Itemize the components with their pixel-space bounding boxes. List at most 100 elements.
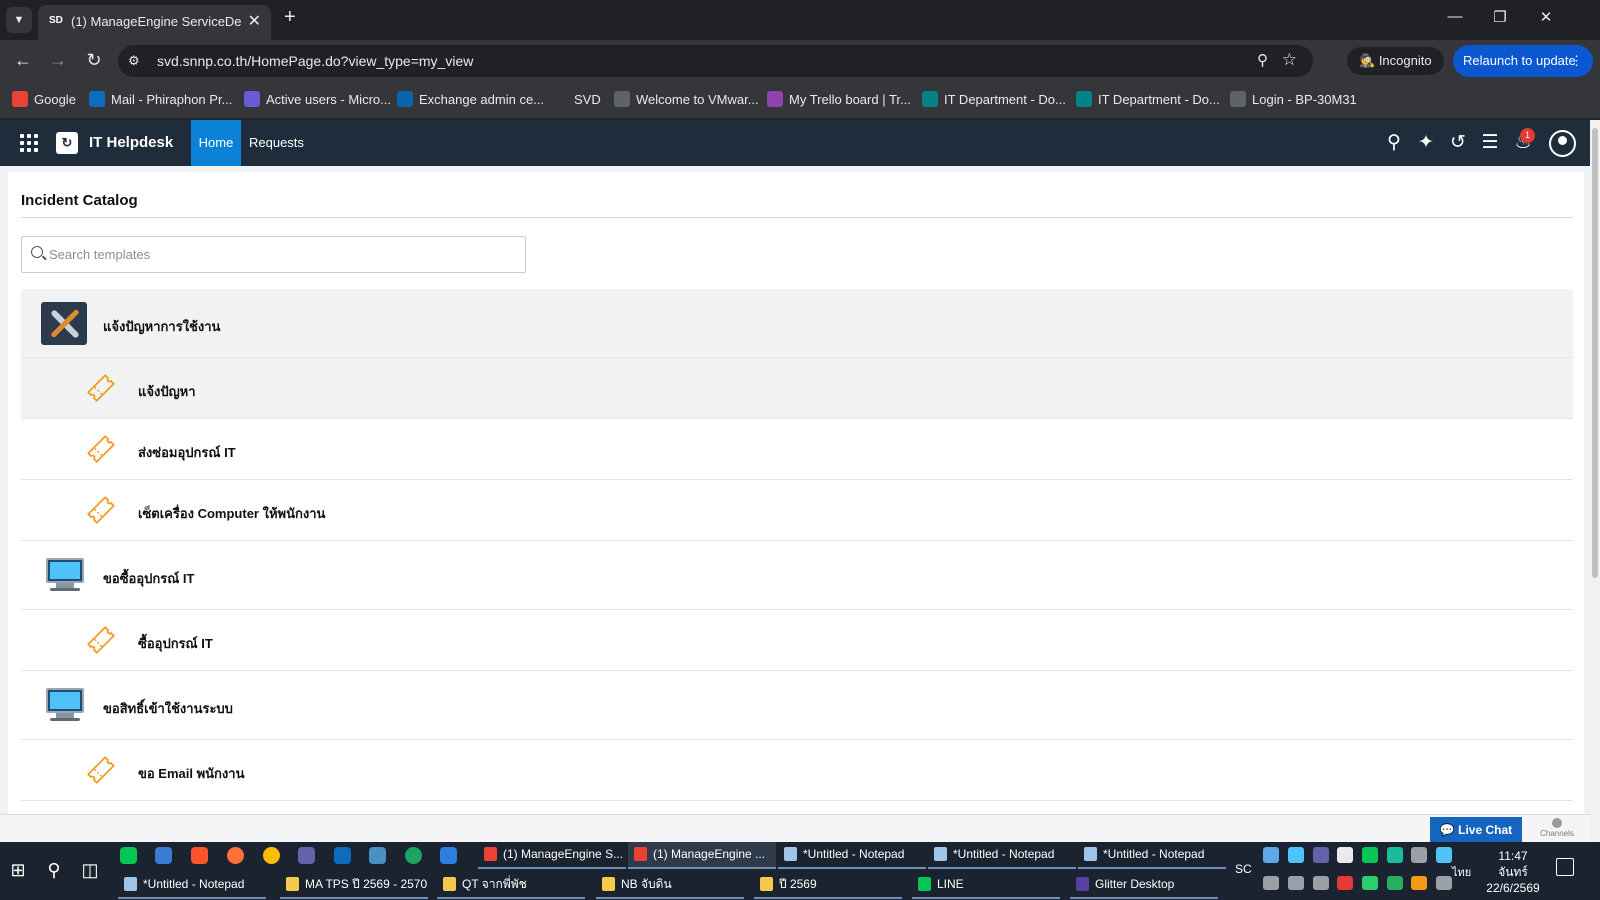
taskbar-window-button[interactable]: Glitter Desktop [1070, 872, 1218, 899]
window-close-icon[interactable]: ✕ [1531, 8, 1561, 26]
taskbar-search-icon[interactable]: ⚲ [42, 860, 66, 881]
calendar-icon[interactable] [155, 847, 172, 864]
kebab-menu-icon[interactable]: ⋮ [1570, 45, 1583, 77]
address-bar[interactable]: ⚙ svd.snnp.co.th/HomePage.do?view_type=m… [118, 45, 1313, 77]
relaunch-to-update-button[interactable]: Relaunch to update ⋮ [1453, 45, 1593, 77]
bookmark-item[interactable]: Exchange admin ce... [397, 91, 544, 107]
catalog-template-row[interactable]: ซื้ออุปกรณ์ IT [21, 610, 1573, 671]
catalog-template-row[interactable]: แจ้งปัญหา [21, 358, 1573, 419]
catalog-template-row[interactable]: เซ็ตเครื่อง Computer ให้พนักงาน [21, 480, 1573, 541]
history-icon[interactable]: ↺ [1446, 131, 1470, 154]
forward-arrow-icon[interactable]: → [47, 50, 69, 71]
tab-search-chevron-icon[interactable]: ▼ [6, 7, 32, 33]
taskbar-window-button[interactable]: *Untitled - Notepad [118, 872, 266, 899]
app-title[interactable]: IT Helpdesk [89, 134, 173, 151]
bookmark-item[interactable]: Active users - Micro... [244, 91, 391, 107]
taskbar-window-button[interactable]: *Untitled - Notepad [1078, 842, 1226, 869]
zoom-magnifier-icon[interactable]: ⚲ [1257, 51, 1268, 69]
search-icon[interactable]: ⚲ [1382, 131, 1406, 154]
windows-copy-icon[interactable] [1436, 876, 1452, 890]
reload-icon[interactable]: ↻ [83, 50, 105, 71]
sparkle-icon[interactable]: ✦ [1414, 131, 1438, 154]
printer-icon[interactable] [1411, 847, 1427, 863]
language-indicator[interactable]: ไทย [1452, 863, 1471, 881]
taskbar-window-button[interactable]: ปี 2569 [754, 872, 902, 899]
teams-icon[interactable] [298, 847, 315, 864]
tab-home[interactable]: Home [191, 120, 241, 166]
taskbar-window-button[interactable]: MA TPS ปี 2569 - 2570 [280, 872, 428, 899]
bookmark-item[interactable]: IT Department - Do... [1076, 91, 1220, 107]
tasks-icon[interactable]: ☰ [1478, 131, 1502, 154]
volume-icon[interactable] [1313, 876, 1329, 890]
new-tab-plus-icon[interactable]: + [284, 6, 296, 29]
page-scrollbar[interactable] [1590, 120, 1600, 842]
live-chat-button[interactable]: 💬 Live Chat [1430, 817, 1522, 843]
bookmark-item[interactable]: My Trello board | Tr... [767, 91, 911, 107]
taskbar-window-button[interactable]: NB จับดิน [596, 872, 744, 899]
task-view-icon[interactable]: ◫ [78, 860, 102, 881]
outlook-icon[interactable] [334, 847, 351, 864]
network-icon[interactable] [1263, 876, 1279, 890]
chat-tray-icon[interactable] [1436, 847, 1452, 863]
notification-center-icon[interactable] [1556, 858, 1574, 876]
taskbar-window-button[interactable]: QT จากพี่พัช [437, 872, 585, 899]
incognito-indicator[interactable]: 🕵 Incognito [1347, 47, 1444, 75]
scrollbar-thumb[interactable] [1592, 128, 1598, 578]
network-app-icon[interactable] [1263, 847, 1279, 863]
check-shield-icon[interactable] [1362, 876, 1378, 890]
catalog-category-row[interactable]: ขอซื้ออุปกรณ์ IT [21, 541, 1573, 610]
taskbar-window-button[interactable]: LINE [912, 872, 1060, 899]
template-search-input[interactable] [49, 238, 519, 271]
edge-icon[interactable] [405, 847, 422, 864]
browser-tab-active[interactable]: SD (1) ManageEngine ServiceDesk ✕ [38, 5, 271, 40]
taskbar-window-button[interactable]: (1) ManageEngine S... [478, 842, 626, 869]
window-minimize-icon[interactable]: — [1440, 8, 1470, 25]
sync-check-icon[interactable] [1387, 847, 1403, 863]
window-restore-icon[interactable]: ❐ [1485, 8, 1515, 26]
outlook-icon [89, 91, 105, 107]
taskbar-window-button[interactable]: (1) ManageEngine ... [628, 842, 776, 869]
onedrive-icon[interactable] [1288, 847, 1304, 863]
ticket-icon [87, 374, 115, 402]
teams-tray-icon[interactable] [1313, 847, 1329, 863]
windows-start-icon[interactable]: ⊞ [6, 860, 30, 881]
security-shield-icon[interactable] [1337, 847, 1353, 863]
app-switcher-grid-icon[interactable] [20, 134, 38, 152]
template-search-box[interactable] [21, 236, 526, 273]
anydesk-icon[interactable] [1337, 876, 1353, 890]
mail-app-icon[interactable] [440, 847, 457, 864]
chrome-icon[interactable] [263, 847, 280, 864]
catalog-template-row[interactable]: ส่งซ่อมอุปกรณ์ IT [21, 419, 1573, 480]
back-arrow-icon[interactable]: ← [12, 50, 34, 71]
monitor-icon [46, 558, 84, 592]
catalog-template-row[interactable]: ขอ Email พนักงาน [21, 740, 1573, 801]
line-tray-icon[interactable] [1362, 847, 1378, 863]
url-text[interactable]: svd.snnp.co.th/HomePage.do?view_type=my_… [157, 53, 473, 69]
search-tool-icon[interactable] [1411, 876, 1427, 890]
battery-icon[interactable] [1288, 876, 1304, 890]
bookmark-item[interactable]: Mail - Phiraphon Pr... [89, 91, 232, 107]
bookmark-item[interactable]: Google [12, 91, 76, 107]
taskbar-window-button[interactable]: *Untitled - Notepad [778, 842, 926, 869]
catalog-template-row-partial[interactable] [21, 801, 1573, 814]
bookmark-item[interactable]: IT Department - Do... [922, 91, 1066, 107]
site-info-icon[interactable]: ⚙ [128, 53, 140, 69]
bookmark-item[interactable]: SVD [552, 91, 601, 107]
bookmark-star-icon[interactable]: ☆ [1282, 50, 1297, 70]
tab-close-icon[interactable]: ✕ [248, 11, 261, 31]
tab-requests[interactable]: Requests [249, 135, 304, 150]
bookmark-item[interactable]: Welcome to VMwar... [614, 91, 759, 107]
channels-button[interactable]: Channels [1532, 818, 1582, 838]
user-avatar-icon[interactable] [1549, 130, 1576, 157]
sc-indicator[interactable]: SC [1235, 862, 1252, 876]
backup-icon[interactable] [1387, 876, 1403, 890]
brave-icon[interactable] [191, 847, 208, 864]
firefox-icon[interactable] [227, 847, 244, 864]
line-icon[interactable] [120, 847, 137, 864]
catalog-category-row[interactable]: แจ้งปัญหาการใช้งาน [21, 289, 1573, 358]
bookmark-item[interactable]: Login - BP-30M31 [1230, 91, 1357, 107]
catalog-category-row[interactable]: ขอสิทธิ์เข้าใช้งานระบบ [21, 671, 1573, 740]
system-clock[interactable]: 11:47 จันทร์ 22/6/2569 [1482, 848, 1544, 896]
remote-desktop-icon[interactable] [369, 847, 386, 864]
taskbar-window-button[interactable]: *Untitled - Notepad [928, 842, 1076, 869]
